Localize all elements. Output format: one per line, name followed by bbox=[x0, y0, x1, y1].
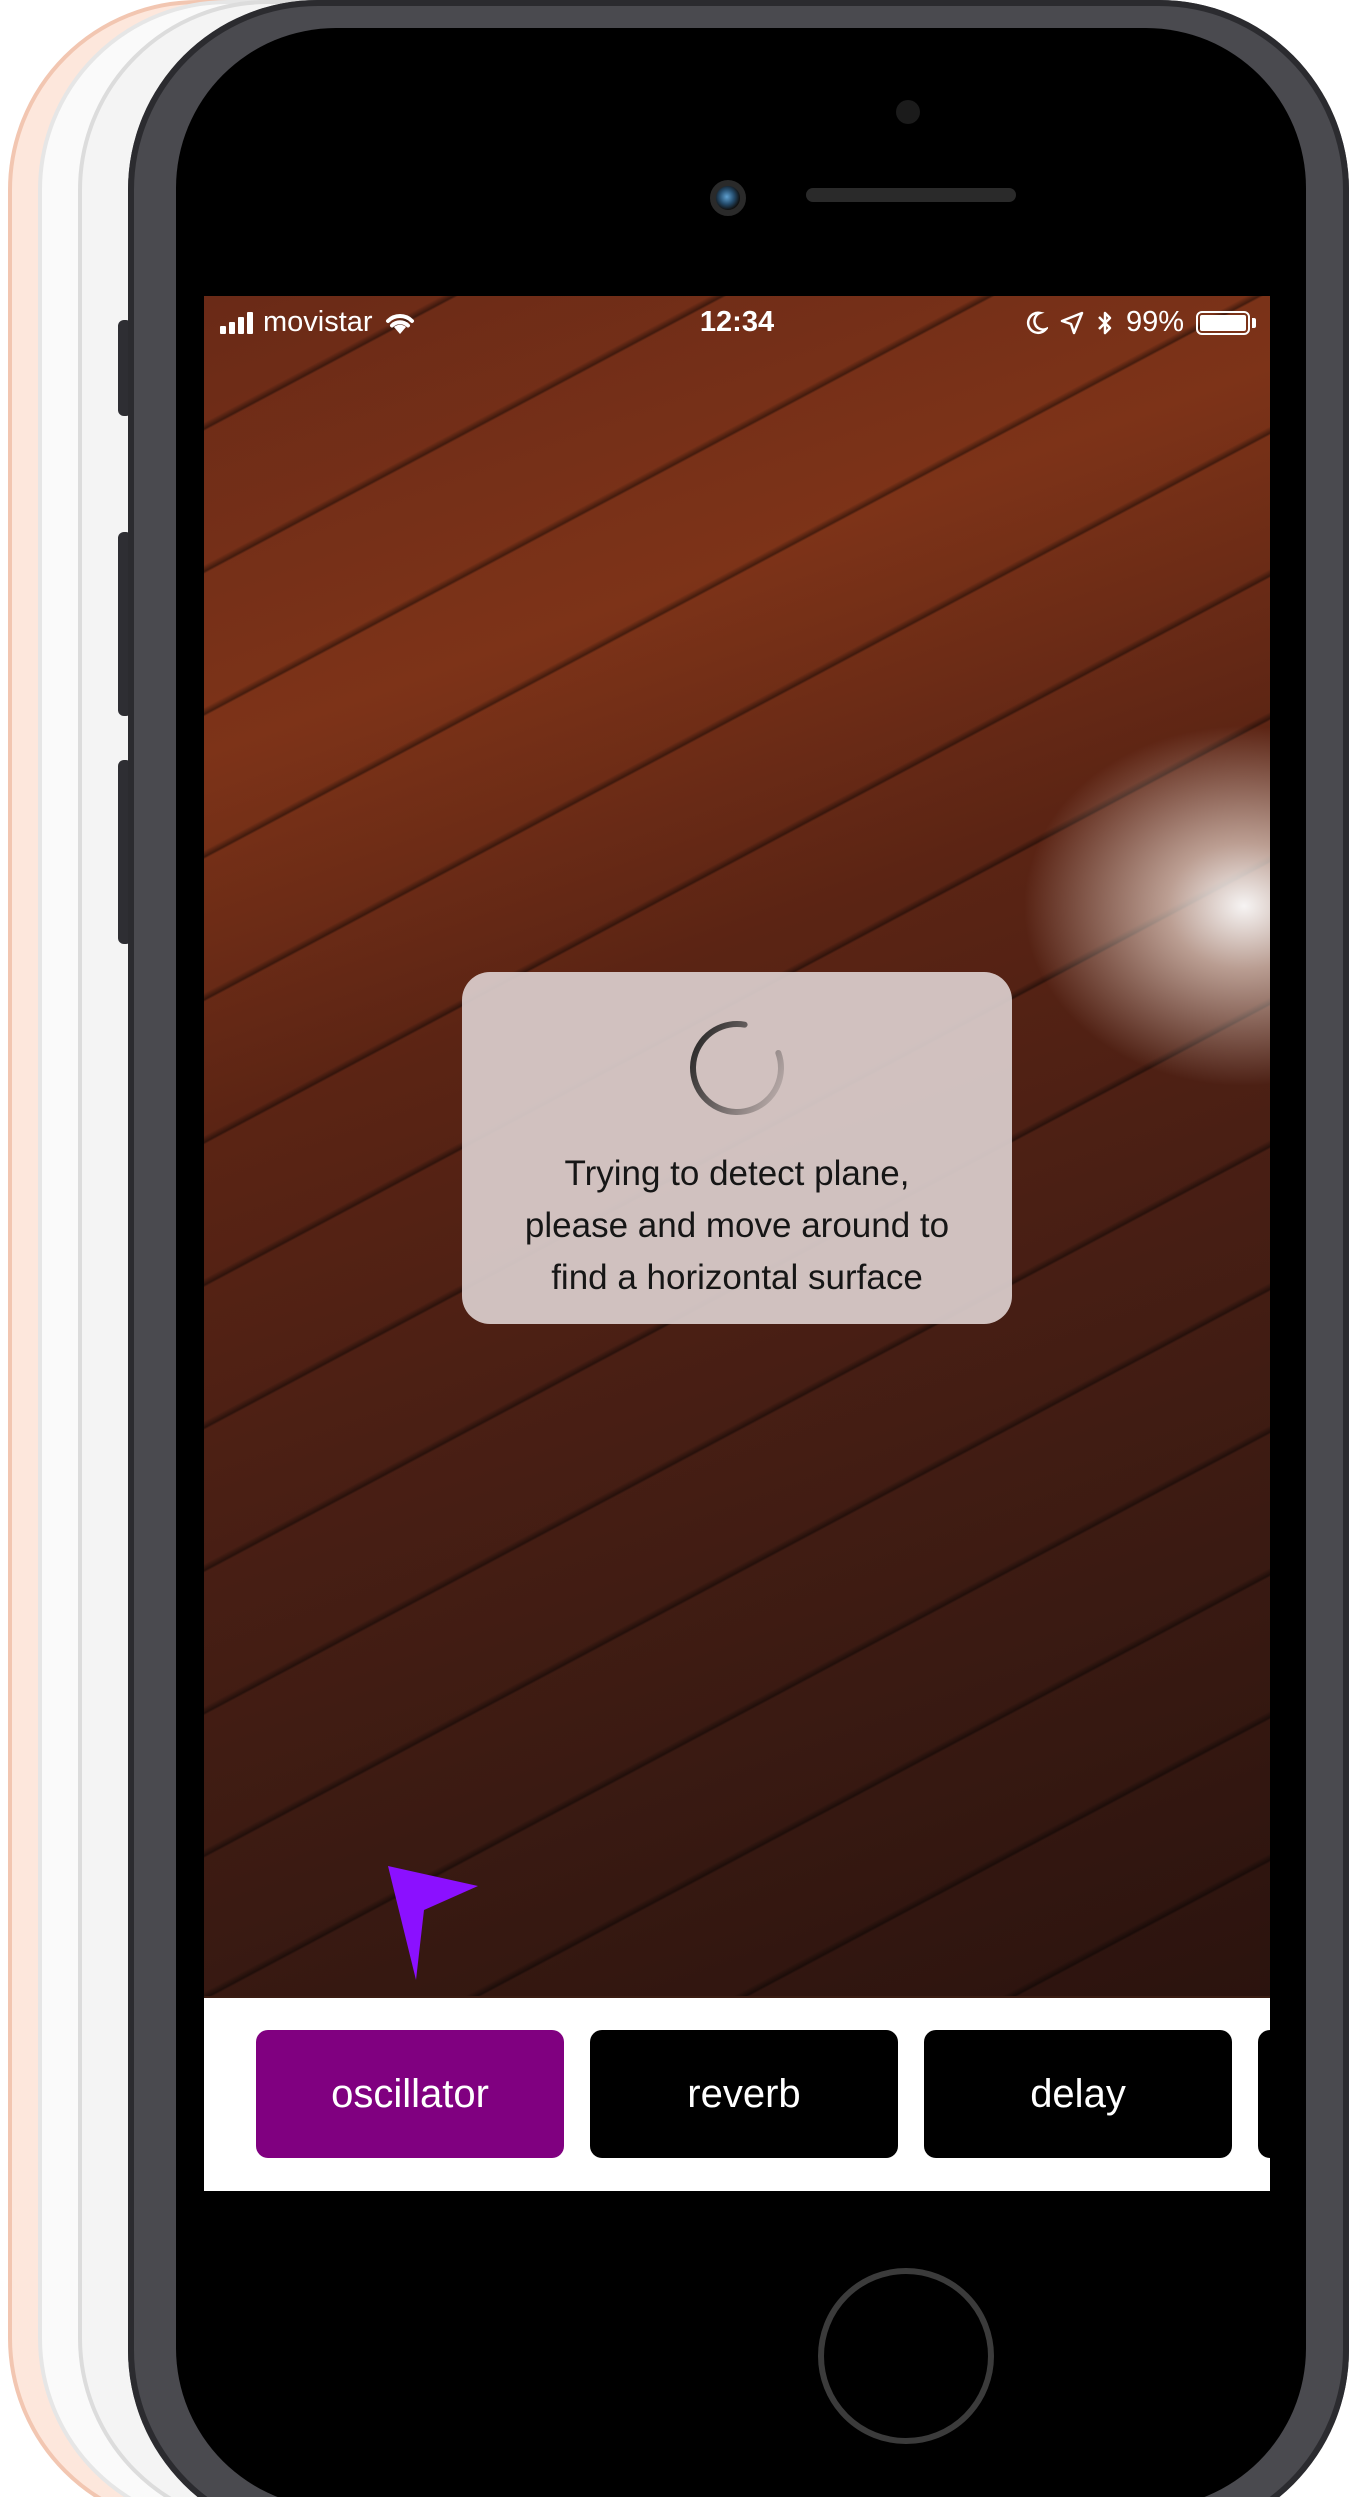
bluetooth-icon bbox=[1098, 311, 1112, 334]
oscillator-button[interactable]: oscillator bbox=[256, 2030, 564, 2158]
pointer-arrow-icon bbox=[388, 1866, 478, 1980]
front-camera bbox=[710, 180, 746, 216]
status-right: 99% bbox=[1026, 306, 1256, 339]
plane-detection-dialog: Trying to detect plane, please and move … bbox=[462, 972, 1012, 1324]
battery-icon bbox=[1196, 310, 1250, 335]
proximity-sensor bbox=[896, 100, 920, 124]
battery-cap bbox=[1252, 317, 1256, 328]
battery-level-fill bbox=[1200, 314, 1246, 331]
moon-icon bbox=[1026, 311, 1048, 334]
location-arrow-icon bbox=[1060, 311, 1084, 334]
device-mockup: movistar 12:34 99% Trying to detect plan… bbox=[0, 0, 1349, 2497]
delay-button-label: delay bbox=[1030, 2072, 1126, 2116]
delay-button[interactable]: delay bbox=[924, 2030, 1232, 2158]
effects-toolbar: oscillator reverb delay bbox=[204, 1998, 1270, 2191]
next-effect-button-partial[interactable] bbox=[1258, 2030, 1270, 2158]
reverb-button-label: reverb bbox=[687, 2072, 801, 2116]
dialog-message: Trying to detect plane, please and move … bbox=[524, 1154, 950, 1297]
battery-percent: 99% bbox=[1125, 306, 1184, 338]
reverb-button[interactable]: reverb bbox=[590, 2030, 898, 2158]
earpiece-speaker bbox=[806, 188, 1016, 202]
loading-spinner-icon bbox=[690, 1021, 784, 1115]
status-bar: movistar 12:34 99% bbox=[204, 296, 1270, 352]
oscillator-button-label: oscillator bbox=[331, 2072, 489, 2116]
home-button[interactable] bbox=[818, 2268, 994, 2444]
app-screen: movistar 12:34 99% Trying to detect plan… bbox=[204, 296, 1270, 2191]
